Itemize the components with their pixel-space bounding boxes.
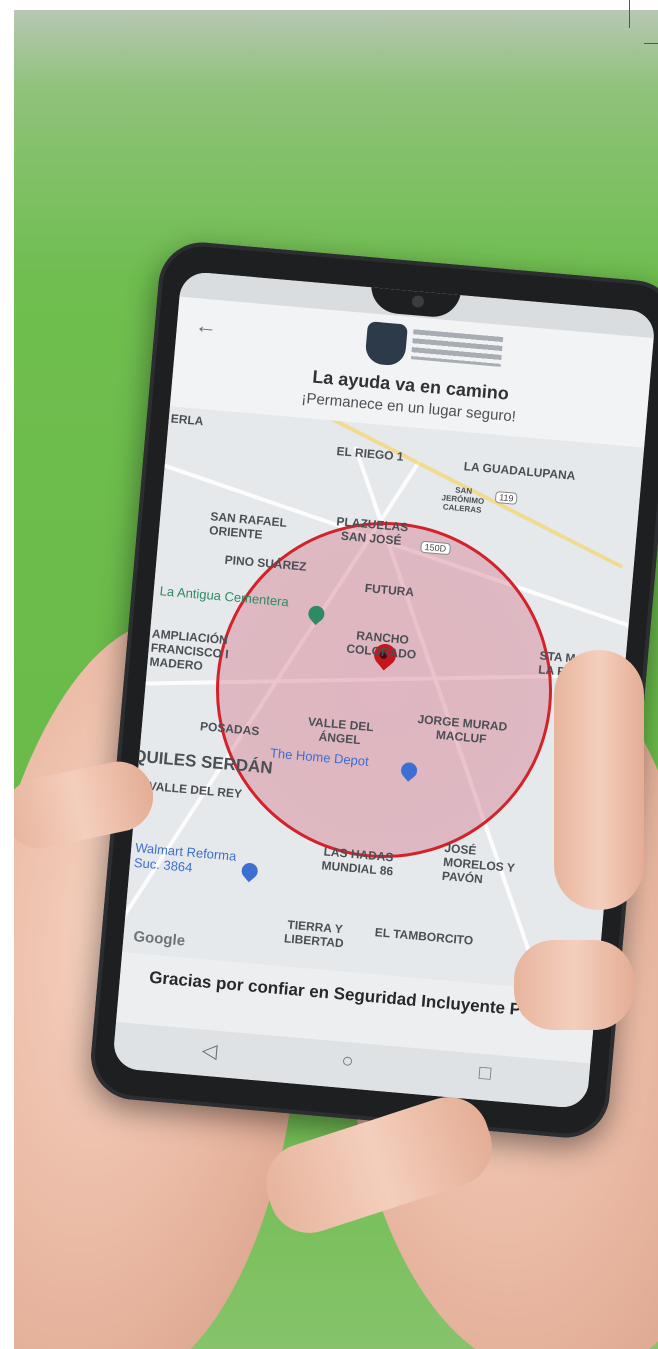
- crop-mark: [629, 0, 630, 28]
- map-label: LA GUADALUPANA: [463, 459, 577, 483]
- crop-mark: [644, 43, 658, 44]
- map-label: SAN JERÓNIMO CALERAS: [441, 485, 485, 516]
- map-label: VALLE DEL REY: [148, 778, 243, 801]
- logo-wordmark: [410, 329, 504, 367]
- finger-right-lower: [514, 940, 634, 1030]
- finger-right: [554, 650, 644, 910]
- back-triangle-icon[interactable]: ◁: [201, 1038, 219, 1064]
- map-label: SAN RAFAEL ORIENTE: [208, 509, 288, 542]
- map-label: AMPLIACIÓN FRANCISCO I MADERO: [149, 626, 230, 673]
- recents-square-icon[interactable]: □: [478, 1062, 492, 1086]
- map-label: JOSÉ MORELOS Y PAVÓN: [441, 840, 516, 886]
- map-label: POSADAS: [199, 719, 260, 739]
- map-label: LAS HADAS MUNDIAL 86: [320, 844, 395, 879]
- google-attribution: Google: [132, 928, 186, 950]
- map-label: EL TAMBORCITO: [374, 925, 474, 948]
- map-label: TIERRA Y LIBERTAD: [283, 917, 345, 951]
- arrow-left-icon[interactable]: ←: [194, 312, 218, 340]
- highway-shield: 119: [494, 490, 519, 506]
- map-label: ERLA: [170, 411, 205, 429]
- shield-logo-icon: [364, 321, 408, 367]
- home-circle-icon[interactable]: ○: [340, 1050, 355, 1074]
- photo-background: ← La ayuda va en camino ¡Permanece en un…: [14, 10, 658, 1349]
